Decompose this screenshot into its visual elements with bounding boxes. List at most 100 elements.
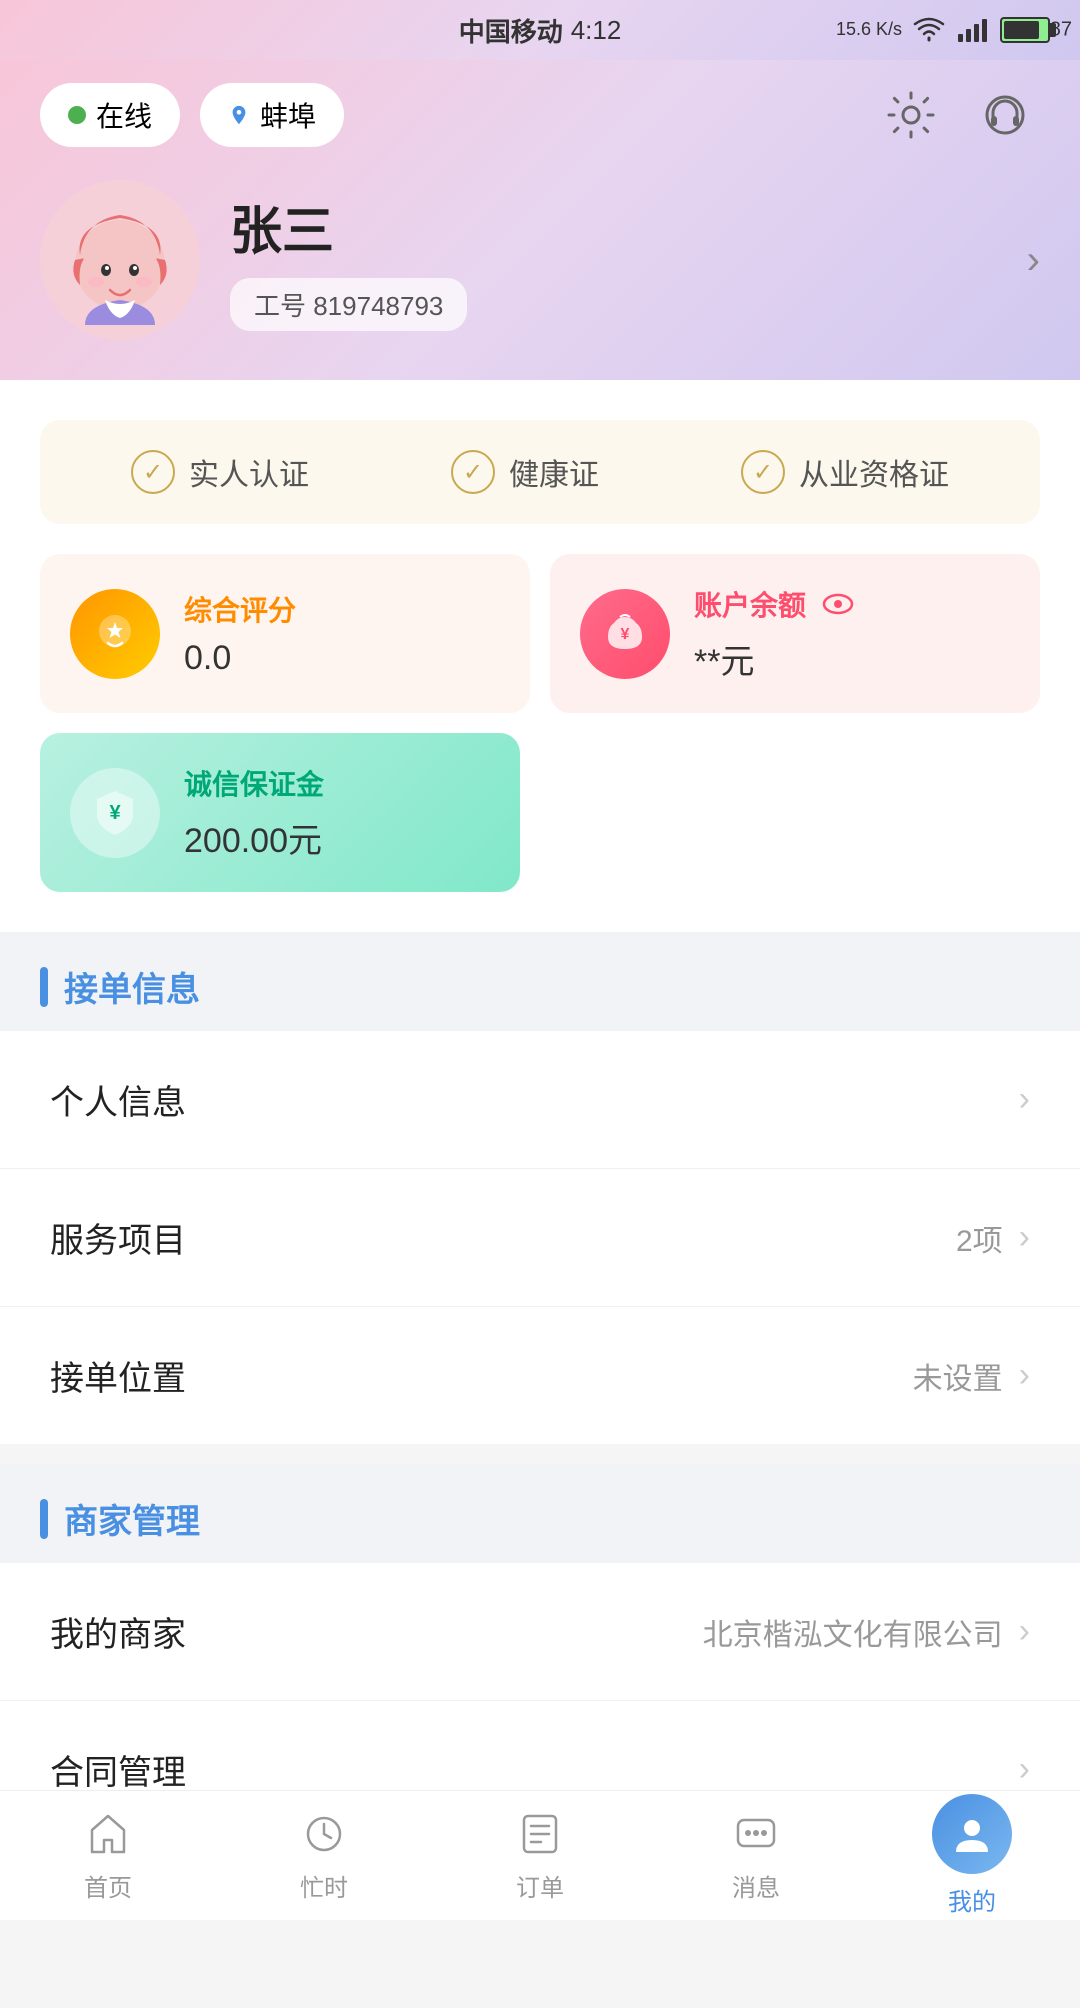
cert-item-1[interactable]: ✓ 健康证 [451,450,599,494]
avatar-image [50,190,190,330]
balance-card[interactable]: ¥ 账户余额 **元 [550,554,1040,713]
balance-label: 账户余额 [694,584,1010,624]
cert-row: ✓ 实人认证 ✓ 健康证 ✓ 从业资格证 [40,420,1040,524]
profile-section[interactable]: 张三 工号 819748793 › [40,180,1040,340]
busy-icon [298,1808,350,1860]
status-time: 中国移动 [459,12,563,49]
speed-indicator: 15.6 K/s [836,20,902,40]
order-location-right: 未设置 › [913,1354,1030,1398]
order-section-title: 接单信息 [64,962,200,1011]
top-right-icons [876,80,1040,150]
order-info-header: 接单信息 [0,932,1080,1031]
nav-item-message[interactable]: 消息 [648,1808,864,1903]
profile-name: 张三 [230,189,997,264]
settings-button[interactable] [876,80,946,150]
top-bar: 在线 蚌埠 [40,80,1040,150]
signal-icon [956,16,990,44]
battery-container: 87 [1000,17,1050,43]
svg-text:¥: ¥ [109,802,121,824]
score-info: 综合评分 0.0 [184,589,500,678]
order-icon [514,1808,566,1860]
section-bar-order [40,967,48,1007]
cert-check-0: ✓ [131,450,175,494]
nav-label-home: 首页 [84,1868,132,1903]
status-time-value: 4:12 [571,15,622,46]
location-label: 蚌埠 [260,95,316,135]
nav-item-busy[interactable]: 忙时 [216,1808,432,1903]
deposit-info: 诚信保证金 200.00元 [184,763,324,862]
score-value: 0.0 [184,639,500,678]
nav-label-message: 消息 [732,1868,780,1903]
my-merchant-chevron: › [1019,1612,1030,1651]
svg-text:¥: ¥ [621,626,630,643]
contract-manage-chevron: › [1019,1750,1030,1789]
score-card[interactable]: 综合评分 0.0 [40,554,530,713]
avatar [40,180,200,340]
my-merchant-right: 北京楷泓文化有限公司 › [703,1610,1030,1654]
home-icon [82,1808,134,1860]
employee-id: 工号 819748793 [230,278,467,331]
money-bag-icon: ¥ [600,609,650,659]
score-label: 综合评分 [184,589,500,629]
personal-info-right: › [1019,1080,1030,1119]
balance-info: 账户余额 **元 [694,584,1010,683]
profile-arrow[interactable]: › [1027,238,1040,283]
my-merchant-item[interactable]: 我的商家 北京楷泓文化有限公司 › [0,1563,1080,1701]
service-items-chevron: › [1019,1218,1030,1257]
nav-label-busy: 忙时 [300,1868,348,1903]
service-items-right: 2项 › [956,1216,1030,1260]
cert-label-2: 从业资格证 [799,450,949,494]
online-badge[interactable]: 在线 [40,83,180,147]
status-bar: 中国移动 4:12 15.6 K/s 87 [0,0,1080,60]
mine-avatar [932,1794,1012,1874]
order-menu-list: 个人信息 › 服务项目 2项 › 接单位置 未设置 › [0,1031,1080,1444]
order-location-item[interactable]: 接单位置 未设置 › [0,1307,1080,1444]
cert-check-1: ✓ [451,450,495,494]
top-left-badges: 在线 蚌埠 [40,83,344,147]
deposit-card[interactable]: ¥ 诚信保证金 200.00元 [40,733,520,892]
gear-icon [885,89,937,141]
personal-info-chevron: › [1019,1080,1030,1119]
merchant-header: 商家管理 [0,1464,1080,1563]
profile-info: 张三 工号 819748793 [230,189,997,331]
deposit-value: 200.00元 [184,813,324,862]
nav-label-mine: 我的 [948,1882,996,1917]
contract-manage-label: 合同管理 [50,1745,186,1794]
header-area: 在线 蚌埠 [0,60,1080,380]
online-dot [68,106,86,124]
cards-container: ✓ 实人认证 ✓ 健康证 ✓ 从业资格证 综合评分 0.0 [0,380,1080,932]
deposit-label: 诚信保证金 [184,763,324,803]
headset-icon [979,89,1031,141]
nav-item-home[interactable]: 首页 [0,1808,216,1903]
service-items-item[interactable]: 服务项目 2项 › [0,1169,1080,1307]
nav-item-mine[interactable]: 我的 [864,1794,1080,1917]
shield-yen-icon: ¥ [89,787,141,839]
cert-item-2[interactable]: ✓ 从业资格证 [741,450,949,494]
status-icons: 15.6 K/s 87 [836,16,1050,44]
order-location-label: 接单位置 [50,1351,186,1400]
mine-icon [948,1810,996,1858]
balance-value: **元 [694,634,1010,683]
score-icon [70,589,160,679]
order-location-chevron: › [1019,1356,1030,1395]
nav-item-order[interactable]: 订单 [432,1808,648,1903]
location-badge[interactable]: 蚌埠 [200,83,344,147]
star-hand-icon [90,609,140,659]
battery-icon: 87 [1000,17,1050,43]
personal-info-item[interactable]: 个人信息 › [0,1031,1080,1169]
battery-percent: 87 [1050,19,1072,42]
message-icon [730,1808,782,1860]
bottom-nav: 首页 忙时 订单 [0,1790,1080,1920]
support-button[interactable] [970,80,1040,150]
personal-info-label: 个人信息 [50,1075,186,1124]
cert-item-0[interactable]: ✓ 实人认证 [131,450,309,494]
eye-icon [820,590,856,618]
nav-label-order: 订单 [516,1868,564,1903]
balance-icon: ¥ [580,589,670,679]
section-bar-merchant [40,1499,48,1539]
service-items-count: 2项 [956,1216,1003,1260]
cert-check-2: ✓ [741,450,785,494]
my-merchant-value: 北京楷泓文化有限公司 [703,1610,1003,1654]
cert-label-0: 实人认证 [189,450,309,494]
location-icon [228,104,250,126]
